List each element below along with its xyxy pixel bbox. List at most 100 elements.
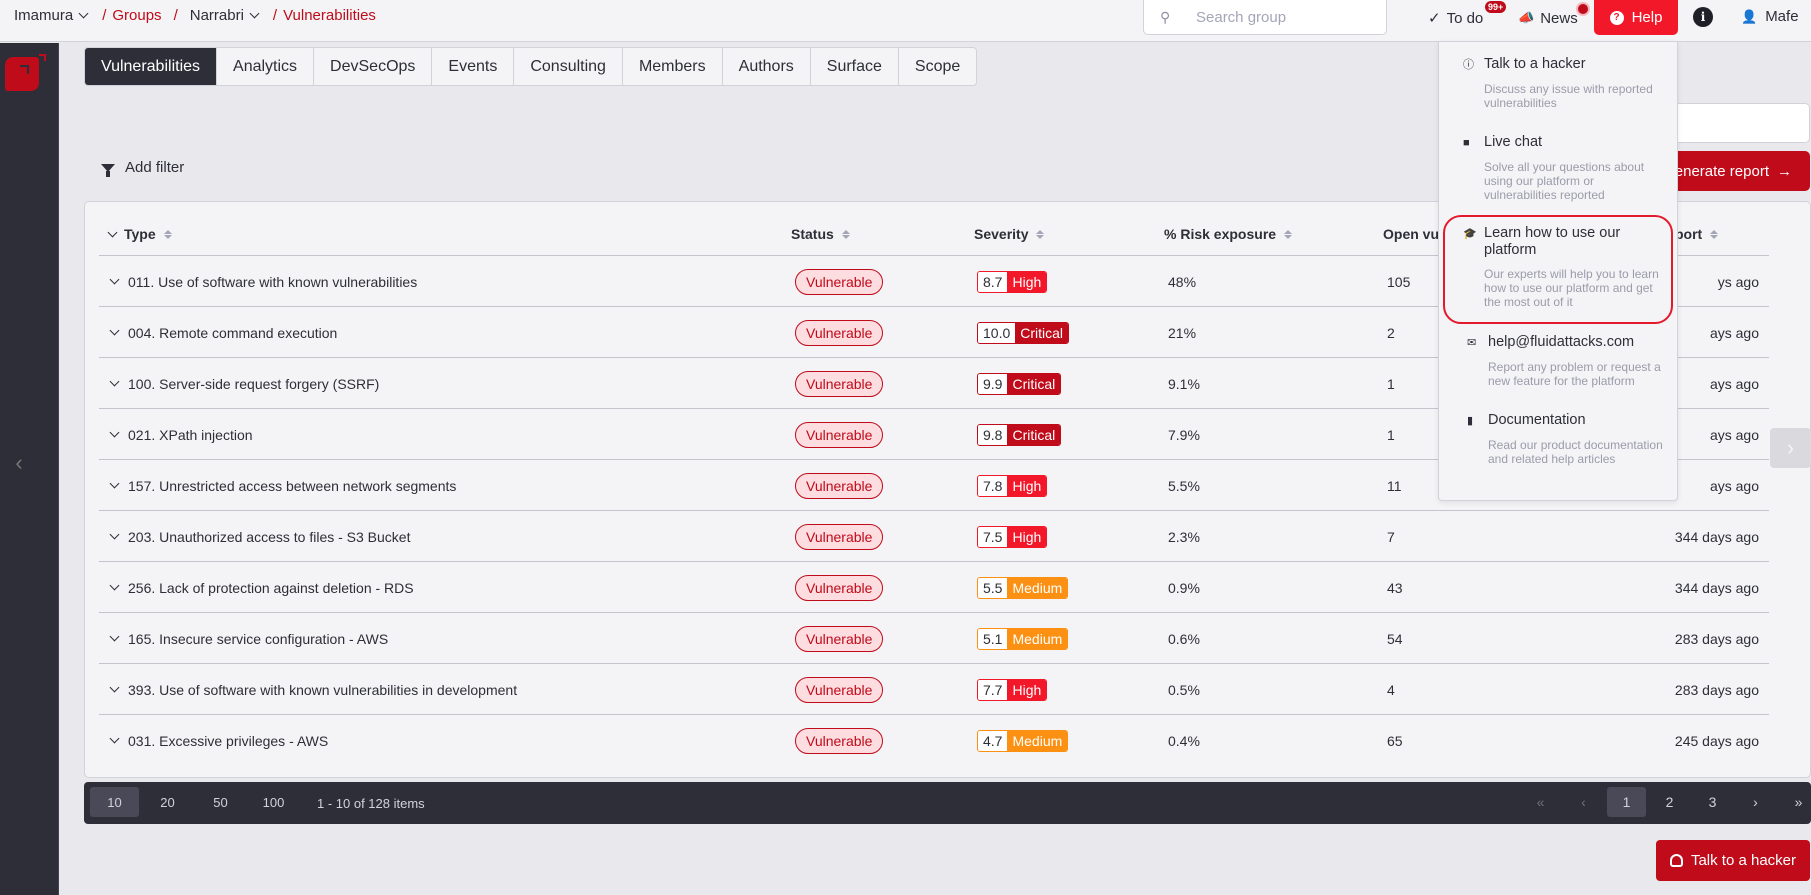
- expand-row-chevron-icon[interactable]: [109, 274, 120, 285]
- search-group-input[interactable]: [1196, 8, 1376, 26]
- open-vulnerabilities-cell: 1: [1387, 375, 1395, 392]
- previous-page-icon[interactable]: ‹: [1564, 787, 1603, 817]
- vulnerability-type[interactable]: 393. Use of software with known vulnerab…: [128, 682, 517, 698]
- breadcrumb-groups-link[interactable]: Groups: [112, 7, 161, 24]
- page-button[interactable]: 1: [1607, 787, 1646, 817]
- expand-row-chevron-icon[interactable]: [109, 733, 120, 744]
- column-header-open-vulnerabilities[interactable]: Open vul: [1383, 226, 1443, 242]
- severity-cell: 5.5 Medium: [977, 562, 1069, 613]
- vulnerability-type[interactable]: 165. Insecure service configuration - AW…: [128, 631, 388, 647]
- table-row[interactable]: 256. Lack of protection against deletion…: [99, 562, 1769, 613]
- tab-consulting[interactable]: Consulting: [514, 48, 623, 85]
- column-header-severity[interactable]: Severity: [974, 226, 1045, 242]
- next-page-icon[interactable]: ›: [1736, 787, 1775, 817]
- type-cell: 393. Use of software with known vulnerab…: [109, 664, 517, 715]
- severity-cell: 10.0 Critical: [977, 307, 1070, 358]
- last-report-cell: ays ago: [1709, 477, 1759, 494]
- todo-label: To do: [1446, 9, 1484, 27]
- group-dropdown[interactable]: Narrabri: [190, 7, 261, 24]
- vulnerability-type[interactable]: 203. Unauthorized access to files - S3 B…: [128, 529, 410, 545]
- tab-analytics[interactable]: Analytics: [217, 48, 315, 85]
- user-menu[interactable]: 👤 Mafe: [1741, 0, 1799, 33]
- table-row[interactable]: 165. Insecure service configuration - AW…: [99, 613, 1769, 664]
- expand-row-chevron-icon[interactable]: [109, 427, 120, 438]
- chevron-down-icon[interactable]: [107, 227, 118, 237]
- news-notification-dot: [1578, 4, 1588, 14]
- table-row[interactable]: 393. Use of software with known vulnerab…: [99, 664, 1769, 715]
- sort-icon[interactable]: [1036, 229, 1045, 239]
- vulnerability-type[interactable]: 021. XPath injection: [128, 427, 253, 443]
- expand-row-chevron-icon[interactable]: [109, 529, 120, 540]
- table-row[interactable]: 203. Unauthorized access to files - S3 B…: [99, 511, 1769, 562]
- vulnerability-type[interactable]: 031. Excessive privileges - AWS: [128, 733, 328, 749]
- organization-dropdown[interactable]: Imamura: [14, 7, 90, 24]
- vulnerability-type[interactable]: 256. Lack of protection against deletion…: [128, 580, 414, 596]
- sort-icon[interactable]: [1284, 229, 1293, 239]
- type-cell: 021. XPath injection: [109, 409, 253, 460]
- type-cell: 203. Unauthorized access to files - S3 B…: [109, 511, 410, 562]
- first-page-icon[interactable]: «: [1521, 787, 1560, 817]
- expand-row-chevron-icon[interactable]: [109, 376, 120, 387]
- tab-members[interactable]: Members: [623, 48, 723, 85]
- sort-icon[interactable]: [841, 229, 850, 239]
- severity-cell: 5.1 Medium: [977, 613, 1069, 664]
- breadcrumb-current[interactable]: Vulnerabilities: [283, 7, 376, 24]
- page-size-option[interactable]: 20: [143, 787, 192, 817]
- last-page-icon[interactable]: »: [1779, 787, 1811, 817]
- info-icon[interactable]: i: [1693, 7, 1713, 27]
- help-button[interactable]: ? Help: [1594, 0, 1678, 35]
- column-label: Open vul: [1383, 226, 1443, 242]
- status-badge: Vulnerable: [795, 370, 884, 397]
- chevron-right-icon[interactable]: ›: [1770, 428, 1811, 468]
- risk-exposure-cell: 0.4%: [1168, 732, 1200, 749]
- tab-scope[interactable]: Scope: [899, 48, 976, 85]
- help-menu-item[interactable]: ✉ help@fluidattacks.com Report any problem…: [1467, 334, 1667, 388]
- type-cell: 165. Insecure service configuration - AW…: [109, 613, 388, 664]
- tab-devsecops[interactable]: DevSecOps: [314, 48, 433, 85]
- chevron-left-icon[interactable]: ‹: [8, 433, 30, 493]
- fluid-attacks-logo[interactable]: [5, 54, 46, 91]
- vulnerability-type[interactable]: 100. Server-side request forgery (SSRF): [128, 376, 379, 392]
- generate-report-button[interactable]: Generate report →: [1660, 151, 1810, 191]
- expand-row-chevron-icon[interactable]: [109, 325, 120, 336]
- column-header-risk-exposure[interactable]: % Risk exposure: [1164, 226, 1293, 242]
- tab-authors[interactable]: Authors: [723, 48, 811, 85]
- expand-row-chevron-icon[interactable]: [109, 580, 120, 591]
- help-menu-item[interactable]: ⓘ Talk to a hacker Discuss any issue with …: [1463, 56, 1663, 110]
- news-button[interactable]: 📣 News: [1518, 0, 1578, 36]
- column-header-status[interactable]: Status: [791, 226, 850, 242]
- page-button[interactable]: 3: [1693, 787, 1732, 817]
- search-group-field[interactable]: ⚲: [1143, 0, 1387, 35]
- help-menu-item[interactable]: ▮ Documentation Read our product documenta…: [1467, 412, 1667, 466]
- table-row[interactable]: 031. Excessive privileges - AWS Vulnerabl…: [99, 715, 1769, 766]
- severity-level: Medium: [1007, 730, 1068, 751]
- tab-events[interactable]: Events: [432, 48, 515, 85]
- vulnerability-type[interactable]: 157. Unrestricted access between network…: [128, 478, 456, 494]
- vulnerability-type[interactable]: 004. Remote command execution: [128, 325, 337, 341]
- table-search-input[interactable]: [1660, 103, 1810, 143]
- page-size-option[interactable]: 50: [196, 787, 245, 817]
- group-name: Narrabri: [189, 7, 244, 24]
- sort-icon[interactable]: [163, 229, 172, 239]
- expand-row-chevron-icon[interactable]: [109, 478, 120, 489]
- envelope-icon: ✉: [1467, 337, 1477, 349]
- sort-icon[interactable]: [1710, 229, 1719, 239]
- page-button[interactable]: 2: [1650, 787, 1689, 817]
- add-filter-button[interactable]: Add filter: [101, 159, 184, 177]
- vulnerability-type[interactable]: 011. Use of software with known vulnerab…: [128, 274, 417, 290]
- help-menu-item[interactable]: ■ Live chat Solve all your questions about…: [1463, 134, 1663, 202]
- column-header-last-report[interactable]: port: [1675, 226, 1719, 242]
- tab-surface[interactable]: Surface: [811, 48, 899, 85]
- last-report-cell: 344 days ago: [1674, 528, 1759, 545]
- expand-row-chevron-icon[interactable]: [109, 682, 120, 693]
- expand-row-chevron-icon[interactable]: [109, 631, 120, 642]
- todo-button[interactable]: ✓ To do: [1428, 0, 1483, 36]
- tab-vulnerabilities[interactable]: Vulnerabilities: [85, 48, 218, 85]
- talk-to-hacker-button[interactable]: Talk to a hacker: [1656, 840, 1810, 881]
- page-size-option[interactable]: 10: [90, 787, 139, 817]
- severity-score: 7.5: [978, 526, 1008, 547]
- severity-badge: 4.7 Medium: [977, 729, 1069, 752]
- column-header-type[interactable]: Type: [107, 226, 172, 242]
- page-size-option[interactable]: 100: [249, 787, 298, 817]
- status-badge: Vulnerable: [795, 319, 884, 346]
